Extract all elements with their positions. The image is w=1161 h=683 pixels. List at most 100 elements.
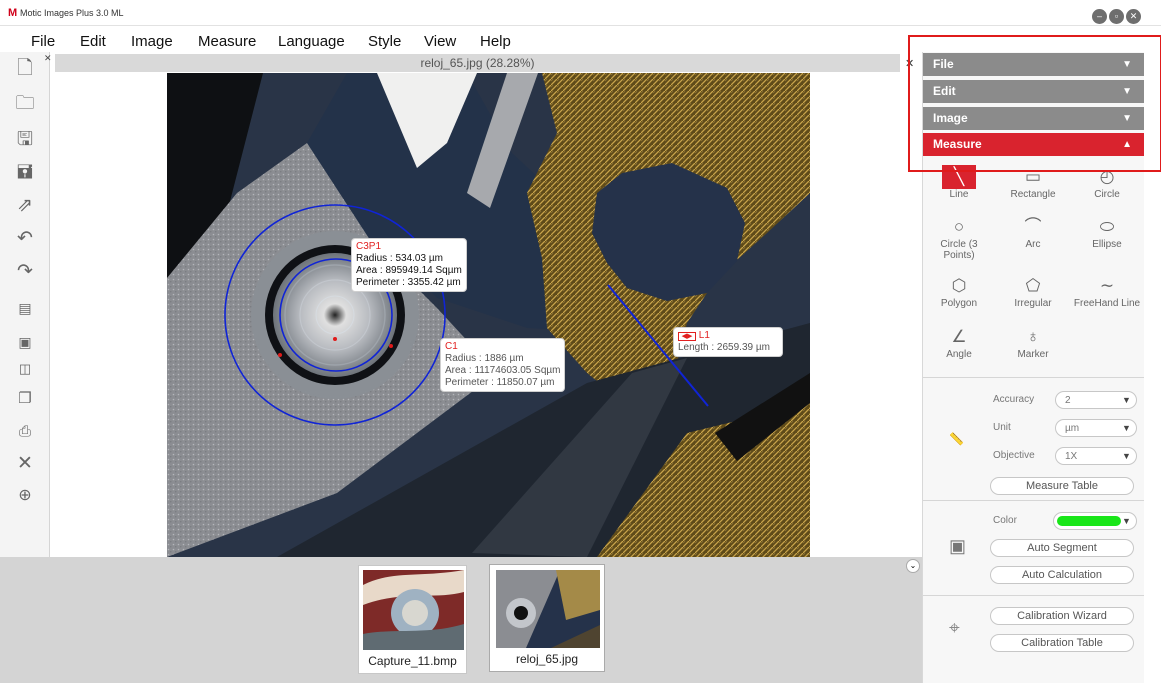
annotation-c3p1-perimeter: Perimeter : 3355.42 µm: [356, 277, 461, 288]
annotation-l1-length: Length : 2659.39 µm: [678, 342, 770, 353]
annotation-c1-perimeter: Perimeter : 11850.07 µm: [445, 377, 555, 388]
tool-arc-label: Arc: [1025, 239, 1041, 250]
zoom-in-icon[interactable]: ⊕: [12, 484, 38, 508]
thumbnail-capture-11[interactable]: Capture_11.bmp: [358, 565, 467, 674]
annotation-c3p1[interactable]: C3P1 Radius : 534.03 µm Area : 895949.14…: [351, 238, 467, 292]
tool-freehand-line[interactable]: ∼ FreeHand Line: [1071, 274, 1143, 318]
angle-icon: ∠: [951, 327, 967, 346]
tool-arc[interactable]: ⌒ Arc: [1003, 215, 1063, 259]
document-title: reloj_65.jpg (28.28%): [55, 54, 900, 72]
undo-icon[interactable]: ↶: [12, 227, 38, 251]
tool-angle[interactable]: ∠ Angle: [929, 325, 989, 369]
tool-circle-label: Circle: [1094, 189, 1120, 200]
menu-image[interactable]: Image: [131, 33, 173, 50]
scroll-down-icon[interactable]: ⌄: [906, 559, 920, 573]
tool-polygon-label: Polygon: [940, 298, 978, 309]
save-as-icon[interactable]: 🖬: [12, 161, 38, 185]
chevron-down-icon: ▼: [1122, 516, 1131, 526]
annotation-l1[interactable]: ◀▶ L1 Length : 2659.39 µm: [673, 327, 783, 357]
circle-3-points-icon: ○: [953, 217, 965, 236]
unit-label: Unit: [993, 422, 1011, 433]
chevron-down-icon: ▼: [1122, 395, 1131, 405]
auto-segment-button[interactable]: Auto Segment: [990, 539, 1134, 557]
tool-ellipse-label: Ellipse: [1092, 239, 1122, 250]
accuracy-value: 2: [1065, 395, 1071, 406]
measure-tools: ╲ Line ▭ Rectangle ◴ Circle ○ Circle (3 Poin…: [923, 165, 1144, 375]
polygon-icon: ⬡: [951, 276, 967, 295]
annotation-c1-area: Area : 11174603.05 Sqµm: [445, 365, 561, 376]
annotation-l1-name: L1: [698, 330, 710, 341]
app-title: Motic Images Plus 3.0 ML: [20, 8, 124, 18]
annotation-c1-radius: Radius : 1886 µm: [445, 353, 524, 364]
tool-circle-3-points[interactable]: ○ Circle (3 Points): [929, 215, 989, 261]
minimize-icon[interactable]: –: [1092, 9, 1107, 24]
export-icon[interactable]: ⇗: [12, 194, 38, 218]
chevron-down-icon: ▼: [1122, 451, 1131, 461]
line-arrows-icon: ◀▶: [678, 332, 696, 341]
capture-icon[interactable]: ▣: [12, 330, 38, 354]
menu-edit[interactable]: Edit: [80, 33, 106, 50]
close-icon[interactable]: ✕: [1126, 9, 1141, 24]
accuracy-label: Accuracy: [993, 394, 1035, 405]
color-select[interactable]: ▼: [1053, 512, 1137, 530]
menu-file[interactable]: File: [31, 33, 55, 50]
tool-angle-label: Angle: [946, 349, 972, 360]
tool-marker[interactable]: ♁ Marker: [1003, 325, 1063, 369]
thumbnail-reloj-65-image: [496, 570, 600, 648]
open-icon[interactable]: 🗀: [12, 92, 38, 116]
thumbnail-reloj-65[interactable]: reloj_65.jpg: [489, 564, 605, 672]
ellipse-icon: ⬭: [1099, 217, 1115, 236]
unit-select[interactable]: µm ▼: [1055, 419, 1137, 437]
title-bar: M Motic Images Plus 3.0 ML – ▫ ✕: [0, 0, 1161, 26]
annotation-c3p1-radius: Radius : 534.03 µm: [356, 253, 443, 264]
irregular-icon: ⬠: [1025, 276, 1041, 295]
tool-circle-3-points-label: Circle (3 Points): [940, 239, 978, 261]
menu-view[interactable]: View: [424, 33, 456, 50]
tool-polygon[interactable]: ⬡ Polygon: [929, 274, 989, 318]
accuracy-select[interactable]: 2 ▼: [1055, 391, 1137, 409]
redo-icon[interactable]: ↷: [12, 260, 38, 284]
menu-style[interactable]: Style: [368, 33, 401, 50]
calibration-table-button[interactable]: Calibration Table: [990, 634, 1134, 652]
compare-icon[interactable]: ◫: [12, 357, 38, 381]
microscope-image[interactable]: [167, 73, 810, 557]
thumbnail-capture-11-photo: [363, 570, 464, 650]
color-label: Color: [993, 515, 1017, 526]
close-toolbar-icon[interactable]: ✕: [44, 53, 52, 64]
tools-icon[interactable]: ✕: [12, 452, 38, 476]
menu-measure[interactable]: Measure: [198, 33, 256, 50]
tool-irregular[interactable]: ⬠ Irregular: [1003, 274, 1063, 318]
calibration-section: ⌖ Calibration Wizard Calibration Table: [923, 595, 1144, 683]
save-icon[interactable]: 🖫: [12, 128, 38, 152]
tool-line-label: Line: [949, 189, 969, 200]
tool-rectangle-label: Rectangle: [1010, 189, 1056, 200]
annotation-c1-name: C1: [445, 341, 458, 352]
objective-select[interactable]: 1X ▼: [1055, 447, 1137, 465]
annotation-c1[interactable]: C1 Radius : 1886 µm Area : 11174603.05 S…: [440, 338, 566, 392]
video-icon[interactable]: ▤: [12, 296, 38, 320]
objective-label: Objective: [993, 450, 1035, 461]
arc-icon: ⌒: [1024, 217, 1042, 236]
tool-ellipse[interactable]: ⬭ Ellipse: [1077, 215, 1137, 259]
tool-freehand-label: FreeHand Line: [1073, 298, 1141, 309]
app-logo: M: [8, 7, 18, 19]
menu-help[interactable]: Help: [480, 33, 511, 50]
maximize-icon[interactable]: ▫: [1109, 9, 1124, 24]
microscope-photo: [167, 73, 810, 557]
objective-value: 1X: [1065, 451, 1078, 462]
thumbnail-capture-11-caption: Capture_11.bmp: [368, 654, 457, 668]
gallery-icon[interactable]: ❐: [12, 387, 38, 411]
segment-icon: ▣: [949, 536, 967, 556]
color-swatch: [1057, 516, 1121, 526]
auto-calculation-button[interactable]: Auto Calculation: [990, 566, 1134, 584]
new-icon[interactable]: 🗋: [12, 57, 38, 81]
calibration-wizard-button[interactable]: Calibration Wizard: [990, 607, 1134, 625]
annotation-c3p1-area: Area : 895949.14 Sqµm: [356, 265, 462, 276]
chevron-down-icon: ▼: [1122, 423, 1131, 433]
menu-bar: File Edit Image Measure Language Style V…: [0, 30, 905, 52]
menu-language[interactable]: Language: [278, 33, 345, 50]
highlight-box: [908, 35, 1161, 172]
print-icon[interactable]: ⎙: [12, 420, 38, 444]
thumbnail-reloj-65-caption: reloj_65.jpg: [515, 652, 579, 666]
measure-table-button[interactable]: Measure Table: [990, 477, 1134, 495]
